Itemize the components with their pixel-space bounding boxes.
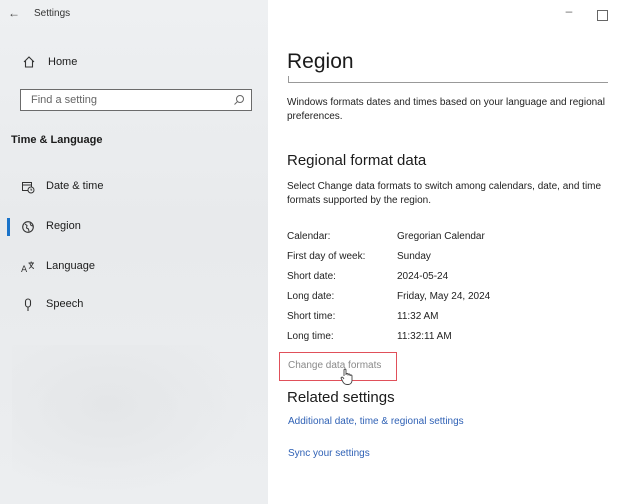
section-title: Time & Language bbox=[11, 134, 103, 146]
maximize-button[interactable] bbox=[597, 10, 608, 21]
sync-settings-link[interactable]: Sync your settings bbox=[288, 448, 370, 459]
page-title: Region bbox=[287, 50, 354, 73]
sidebar bbox=[0, 0, 268, 504]
search-icon[interactable] bbox=[233, 94, 245, 106]
short-time-label: Short time: bbox=[287, 311, 336, 322]
calendar-label: Calendar: bbox=[287, 231, 331, 242]
regional-format-description: Select Change data formats to switch amo… bbox=[287, 181, 602, 206]
short-date-value: 2024-05-24 bbox=[397, 271, 449, 282]
sidebar-item-label: Language bbox=[46, 260, 95, 272]
title-bar: ← Settings – bbox=[0, 0, 621, 32]
search-input[interactable] bbox=[21, 90, 221, 110]
sidebar-item-date-time[interactable]: Date & time bbox=[0, 176, 260, 198]
language-icon: A bbox=[21, 261, 35, 274]
regional-format-heading: Regional format data bbox=[287, 152, 427, 169]
first-day-label: First day of week: bbox=[287, 251, 366, 262]
sidebar-blur bbox=[12, 345, 252, 495]
minimize-button[interactable]: – bbox=[562, 4, 576, 18]
intro-text: Windows formats dates and times based on… bbox=[287, 97, 605, 122]
long-date-label: Long date: bbox=[287, 291, 335, 302]
search-box[interactable] bbox=[20, 89, 252, 111]
title-divider bbox=[288, 82, 608, 83]
app-title: Settings bbox=[34, 8, 71, 19]
globe-icon bbox=[22, 221, 34, 233]
calendar-value: Gregorian Calendar bbox=[397, 231, 485, 242]
short-date-label: Short date: bbox=[287, 271, 336, 282]
sidebar-item-language[interactable]: A Language bbox=[0, 256, 260, 278]
microphone-icon bbox=[24, 298, 32, 311]
sidebar-item-label: Region bbox=[46, 220, 81, 232]
back-arrow-icon[interactable]: ← bbox=[8, 6, 22, 20]
additional-settings-link[interactable]: Additional date, time & regional setting… bbox=[288, 416, 464, 427]
sidebar-item-speech[interactable]: Speech bbox=[0, 294, 260, 316]
hand-cursor-icon bbox=[340, 368, 353, 385]
svg-text:A: A bbox=[21, 265, 28, 274]
short-time-value: 11:32 AM bbox=[397, 311, 439, 322]
long-date-value: Friday, May 24, 2024 bbox=[397, 291, 491, 302]
related-settings-heading: Related settings bbox=[287, 389, 395, 406]
first-day-value: Sunday bbox=[397, 251, 431, 262]
long-time-label: Long time: bbox=[287, 331, 334, 342]
home-nav[interactable]: Home bbox=[22, 55, 77, 69]
home-label: Home bbox=[48, 56, 78, 68]
active-indicator bbox=[7, 218, 10, 236]
sidebar-item-label: Date & time bbox=[46, 180, 104, 192]
sidebar-item-label: Speech bbox=[46, 298, 84, 310]
home-icon bbox=[23, 56, 35, 68]
sidebar-item-region[interactable]: Region bbox=[0, 216, 260, 238]
long-time-value: 11:32:11 AM bbox=[397, 331, 452, 342]
calendar-clock-icon bbox=[22, 182, 35, 194]
change-data-formats-link[interactable]: Change data formats bbox=[288, 360, 381, 371]
